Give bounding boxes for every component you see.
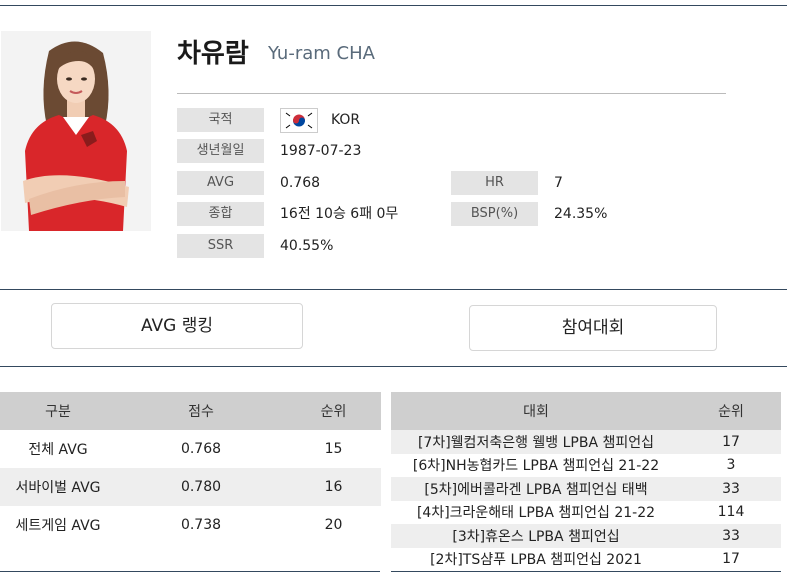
ssr-label: SSR (177, 234, 264, 258)
table-row: 세트게임 AVG 0.738 20 (0, 506, 381, 544)
tournament-rank: 33 (681, 524, 781, 548)
tournament-rank: 114 (717, 504, 745, 521)
table-bottom-divider (0, 571, 380, 572)
avg-ranking-button[interactable]: AVG 랭킹 (51, 303, 303, 349)
tournament-table: 대회 순위 [7차]웰컴저축은행 웰뱅 LPBA 챔피언십 17 [6차]NH농… (391, 392, 781, 571)
nationality-label: 국적 (177, 108, 264, 132)
korea-flag-icon (280, 108, 318, 133)
column-header-tournament: 대회 (391, 392, 681, 430)
table-row[interactable]: [4차]크라운해태 LPBA 챔피언십 21-22 114 (391, 501, 781, 525)
tournament-rank: 17 (681, 430, 781, 454)
avg-label: AVG (177, 171, 264, 195)
tournament-table-scroll[interactable]: 대회 순위 [7차]웰컴저축은행 웰뱅 LPBA 챔피언십 17 [6차]NH농… (391, 392, 781, 571)
record-label: 종합 (177, 202, 264, 226)
hr-value: 7 (554, 175, 563, 191)
stat-rank: 16 (286, 468, 381, 506)
bsp-label: BSP(%) (451, 202, 538, 226)
player-name-english: Yu-ram CHA (268, 43, 375, 64)
section-divider (0, 289, 787, 290)
table-row[interactable]: [3차]휴온스 LPBA 챔피언십 33 (391, 524, 781, 548)
stat-score: 0.738 (180, 517, 222, 533)
tournament-rank: 33 (681, 477, 781, 501)
tournament-name[interactable]: [5차]에버콜라겐 LPBA 챔피언십 태백 (391, 477, 681, 501)
tournament-name[interactable]: [7차]웰컴저축은행 웰뱅 LPBA 챔피언십 (391, 430, 681, 454)
ssr-value: 40.55% (280, 238, 334, 254)
column-header-category: 구분 (0, 392, 116, 430)
table-row[interactable]: [6차]NH농협카드 LPBA 챔피언십 21-22 3 (391, 454, 781, 478)
tournament-name[interactable]: [4차]크라운해태 LPBA 챔피언십 21-22 (391, 501, 681, 525)
section-divider-2 (0, 366, 787, 367)
tournament-name[interactable]: [6차]NH농협카드 LPBA 챔피언십 21-22 (391, 454, 681, 478)
column-header-rank: 순위 (681, 392, 781, 430)
stat-category: 세트게임 AVG (15, 518, 101, 534)
birth-label: 생년월일 (177, 139, 264, 163)
record-value: 16전 10승 6패 0무 (280, 206, 399, 222)
tournament-name[interactable]: [2차]TS샴푸 LPBA 챔피언십 2021 (391, 548, 681, 572)
stat-score: 0.780 (116, 468, 286, 506)
nationality-value: KOR (331, 112, 361, 128)
stat-category: 서바이벌 AVG (0, 468, 116, 506)
avg-stats-table: 구분 점수 순위 전체 AVG 0.768 15 서바이벌 AVG 0.780 … (0, 392, 381, 544)
tournament-name[interactable]: [3차]휴온스 LPBA 챔피언십 (391, 524, 681, 548)
stat-rank: 15 (324, 441, 343, 457)
top-divider (0, 5, 787, 6)
column-header-score: 점수 (116, 392, 286, 430)
stat-category: 전체 AVG (28, 442, 88, 458)
stat-score: 0.768 (180, 441, 222, 457)
table-row: 전체 AVG 0.768 15 (0, 430, 381, 468)
table-row[interactable]: [2차]TS샴푸 LPBA 챔피언십 2021 17 (391, 548, 781, 572)
column-header-rank: 순위 (286, 392, 381, 430)
tournament-rank: 17 (722, 551, 740, 568)
table-bottom-divider (391, 571, 781, 572)
avg-value: 0.768 (280, 175, 321, 191)
table-row[interactable]: [5차]에버콜라겐 LPBA 챔피언십 태백 33 (391, 477, 781, 501)
birth-value: 1987-07-23 (280, 143, 362, 159)
table-row[interactable]: [7차]웰컴저축은행 웰뱅 LPBA 챔피언십 17 (391, 430, 781, 454)
name-divider (177, 93, 726, 94)
stat-rank: 20 (324, 517, 343, 533)
hr-label: HR (451, 171, 538, 195)
bsp-value: 24.35% (554, 206, 608, 222)
table-row: 서바이벌 AVG 0.780 16 (0, 468, 381, 506)
tournaments-button[interactable]: 참여대회 (469, 305, 717, 351)
player-name-korean: 차유람 (177, 39, 249, 69)
tournament-rank: 3 (726, 457, 736, 474)
player-photo (1, 31, 151, 231)
